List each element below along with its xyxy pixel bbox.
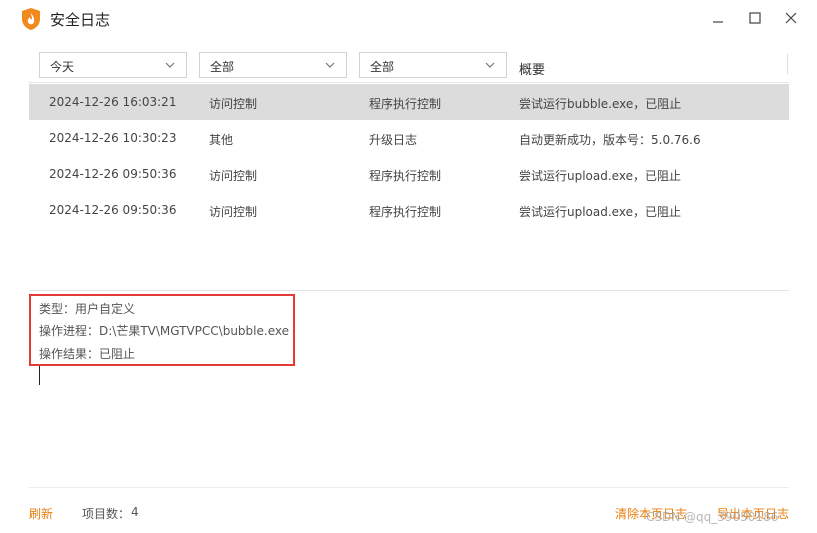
row-subtype: 程序执行控制 [369,97,442,111]
row-summary: 尝试运行upload.exe，已阻止 [519,205,681,219]
item-count: 4 [131,505,139,519]
window-title: 安全日志 [50,11,111,29]
detail-result: 操作结果：已阻止 [39,347,136,361]
section-divider [29,290,789,291]
filter-bar: 今天 全部 全部 概要 [29,48,789,83]
row-type: 访问控制 [209,97,258,111]
date-filter-dropdown[interactable]: 今天 [39,52,187,78]
maximize-button[interactable] [741,6,769,30]
log-table: 2024-12-26 16:03:21 访问控制 程序执行控制 尝试运行bubb… [29,84,789,228]
detail-process: 操作进程：D:\芒果TV\MGTVPCC\bubble.exe [39,324,289,338]
detail-panel-highlight: 类型：用户自定义 操作进程：D:\芒果TV\MGTVPCC\bubble.exe… [29,294,295,366]
row-time: 2024-12-26 09:50:36 [49,203,177,217]
type-filter-value: 全部 [210,60,235,74]
row-subtype: 程序执行控制 [369,169,442,183]
row-subtype: 程序执行控制 [369,205,442,219]
summary-column-header: 概要 [519,63,546,78]
row-summary: 尝试运行upload.exe，已阻止 [519,169,681,183]
type-filter-dropdown[interactable]: 全部 [199,52,347,78]
row-time: 2024-12-26 09:50:36 [49,167,177,181]
table-row[interactable]: 2024-12-26 16:03:21 访问控制 程序执行控制 尝试运行bubb… [29,84,789,120]
row-time: 2024-12-26 16:03:21 [49,95,177,109]
close-button[interactable] [777,6,805,30]
close-icon [785,12,797,24]
maximize-icon [749,12,761,24]
row-type: 访问控制 [209,169,258,183]
chevron-down-icon [325,62,335,68]
detail-type: 类型：用户自定义 [39,302,136,316]
table-row[interactable]: 2024-12-26 09:50:36 访问控制 程序执行控制 尝试运行uplo… [29,192,789,228]
row-time: 2024-12-26 10:30:23 [49,131,177,145]
column-divider [787,54,788,74]
refresh-link[interactable]: 刷新 [29,505,53,522]
subtype-filter-value: 全部 [370,60,395,74]
chevron-down-icon [485,62,495,68]
shield-flame-logo-icon [22,8,40,30]
chevron-down-icon [165,62,175,68]
title-bar: 安全日志 [0,0,817,36]
footer-divider [29,487,789,488]
row-type: 其他 [209,133,234,147]
text-caret [39,366,40,385]
subtype-filter-dropdown[interactable]: 全部 [359,52,507,78]
watermark: CSDN @qq_39050186 [646,510,779,524]
item-count-label: 项目数： [82,507,131,521]
row-summary: 尝试运行bubble.exe，已阻止 [519,97,682,111]
minimize-button[interactable] [704,6,732,30]
minimize-icon [713,21,723,23]
row-summary: 自动更新成功，版本号：5.0.76.6 [519,133,701,147]
date-filter-value: 今天 [50,60,75,74]
table-row[interactable]: 2024-12-26 10:30:23 其他 升级日志 自动更新成功，版本号：5… [29,120,789,156]
row-type: 访问控制 [209,205,258,219]
table-row[interactable]: 2024-12-26 09:50:36 访问控制 程序执行控制 尝试运行uplo… [29,156,789,192]
row-subtype: 升级日志 [369,133,418,147]
